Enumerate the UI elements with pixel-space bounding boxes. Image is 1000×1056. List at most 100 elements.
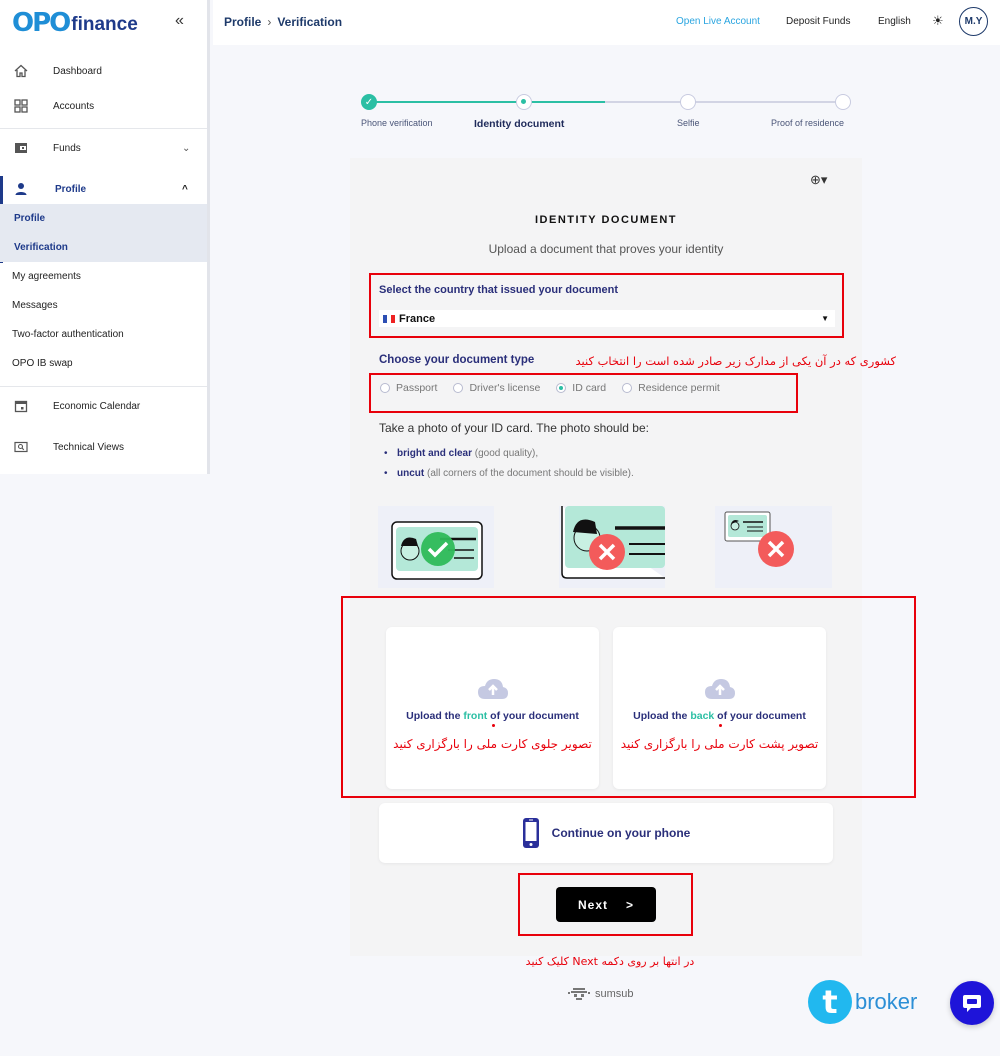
caret-down-icon: ▼ [821, 314, 829, 323]
sidebar-subitem-opo-ib-swap[interactable]: OPO IB swap [0, 349, 207, 378]
cloud-upload-icon [704, 679, 735, 699]
radio-circle[interactable] [453, 383, 464, 393]
double-chevron-left-icon[interactable]: « [175, 12, 184, 30]
chat-bubble-icon [963, 995, 981, 1012]
radio-passport[interactable]: Passport [380, 382, 437, 394]
requirement-bold: uncut [397, 468, 425, 479]
sidebar-item-label: Profile [55, 183, 87, 195]
radio-id-card[interactable]: ID card [556, 382, 606, 394]
sidebar-item-label: Accounts [53, 100, 95, 112]
sidebar-item-accounts[interactable]: Accounts [0, 88, 207, 124]
sidebar-subitem-two-factor[interactable]: Two-factor authentication [0, 320, 207, 349]
radio-circle[interactable] [622, 383, 633, 393]
country-value: France [399, 312, 436, 325]
radio-circle[interactable] [380, 383, 390, 393]
user-icon [13, 181, 29, 197]
upload-front-button[interactable]: Upload the front of your document تصویر … [386, 627, 599, 789]
step-label: Phone verification [361, 118, 433, 128]
breadcrumb-profile[interactable]: Profile [224, 15, 261, 29]
home-icon [13, 63, 29, 79]
requirement-item: bright and clear (good quality), [384, 448, 634, 459]
card-title: IDENTITY DOCUMENT [534, 214, 678, 226]
step-4-dot [835, 94, 851, 110]
continue-on-phone-button[interactable]: Continue on your phone [379, 803, 833, 863]
sidebar-item-label: Dashboard [53, 65, 102, 77]
requirement-bold: bright and clear [397, 448, 473, 459]
france-flag-icon [383, 314, 395, 323]
sumsub-logo: sumsub [567, 987, 634, 1001]
required-dot [718, 724, 722, 727]
step-1-check-icon: ✓ [361, 94, 377, 110]
logo-text: finance [71, 14, 138, 35]
next-button[interactable]: Next > [556, 887, 656, 922]
sidebar: OPO finance « Dashboard Accounts Funds ⌄… [0, 0, 210, 474]
chevron-down-icon: ⌄ [182, 142, 191, 154]
radio-label: Residence permit [638, 382, 720, 394]
radio-drivers-license[interactable]: Driver's license [453, 382, 540, 394]
sidebar-item-label: Economic Calendar [53, 400, 141, 412]
search-chart-icon [13, 439, 29, 455]
sidebar-subitem-profile[interactable]: Profile [0, 204, 207, 233]
step-connector-progress [525, 101, 605, 103]
verification-stepper: ✓ Phone verification Identity document S… [350, 85, 860, 135]
sidebar-item-economic-calendar[interactable]: Economic Calendar [0, 388, 207, 424]
grid-icon [13, 98, 29, 114]
sidebar-item-profile[interactable]: Profile ^ [0, 171, 207, 207]
step-connector-done [370, 101, 525, 103]
open-live-account-link[interactable]: Open Live Account [676, 16, 760, 27]
doctype-radio-group: Passport Driver's license ID card Reside… [380, 382, 720, 394]
step-2-dot [516, 94, 532, 110]
globe-language-icon[interactable]: ⊕▾ [810, 172, 827, 188]
country-select[interactable]: France ▼ [379, 310, 835, 327]
sumsub-icon [568, 988, 590, 1000]
identity-document-card: ⊕▾ IDENTITY DOCUMENT Upload a document t… [341, 158, 916, 956]
upload-back-button[interactable]: Upload the back of your document تصویر پ… [613, 627, 826, 789]
photo-requirements: bright and clear (good quality), uncut (… [384, 448, 634, 488]
annotation-box-country [369, 273, 844, 338]
deposit-funds-link[interactable]: Deposit Funds [786, 16, 850, 27]
annotation-country-note: کشوری که در آن یکی از مدارک زیر صادر شده… [575, 354, 896, 368]
doctype-label: Choose your document type [379, 354, 535, 366]
radio-label: Driver's license [469, 382, 541, 394]
breadcrumb: Profile › Verification [224, 15, 342, 29]
example-too-far-photo [715, 506, 832, 588]
sidebar-item-funds[interactable]: Funds ⌄ [0, 130, 207, 166]
tbroker-watermark: t broker [808, 980, 917, 1024]
calendar-icon [13, 398, 29, 414]
divider [0, 128, 207, 129]
upload-front-label: Upload the front of your document [406, 710, 579, 722]
smartphone-icon [522, 818, 539, 848]
radio-circle-selected[interactable] [556, 383, 567, 393]
divider [0, 386, 207, 387]
sun-icon[interactable]: ☀ [932, 13, 944, 29]
sidebar-subitem-verification[interactable]: Verification [0, 233, 207, 262]
upload-area: Upload the front of your document تصویر … [350, 598, 862, 798]
annotation-front-note: تصویر جلوی کارت ملی را بارگزاری کنید [393, 737, 592, 751]
breadcrumb-verification: Verification [277, 15, 343, 29]
chevron-up-icon: ^ [182, 183, 188, 195]
sidebar-item-label: Technical Views [53, 441, 124, 453]
sidebar-item-dashboard[interactable]: Dashboard [0, 53, 207, 89]
tbroker-logo-icon: t [808, 980, 852, 1024]
chat-button[interactable] [950, 981, 994, 1025]
annotation-back-note: تصویر پشت کارت ملی را بارگزاری کنید [620, 737, 819, 751]
language-selector[interactable]: English [878, 16, 911, 27]
sidebar-item-label: Funds [53, 142, 81, 154]
sidebar-subitem-messages[interactable]: Messages [0, 291, 207, 320]
cloud-upload-icon [477, 679, 508, 699]
sidebar-subitem-my-agreements[interactable]: My agreements [0, 262, 207, 291]
step-label-current: Identity document [474, 118, 565, 130]
avatar[interactable]: M.Y [959, 7, 988, 36]
logo[interactable]: OPO finance [12, 8, 138, 38]
requirement-rest: (all corners of the document should be v… [424, 468, 634, 479]
step-connector-pending [605, 101, 845, 103]
continue-on-phone-label: Continue on your phone [551, 826, 691, 840]
wallet-icon [13, 140, 29, 156]
step-label: Proof of residence [771, 118, 845, 128]
chevron-right-icon: › [267, 15, 272, 29]
sidebar-item-technical-views[interactable]: Technical Views [0, 429, 207, 465]
tbroker-text: broker [855, 989, 918, 1014]
radio-residence-permit[interactable]: Residence permit [622, 382, 720, 394]
radio-label: Passport [396, 382, 438, 394]
annotation-next-note: در انتها بر روی دکمه Next کلیک کنید [525, 955, 695, 968]
